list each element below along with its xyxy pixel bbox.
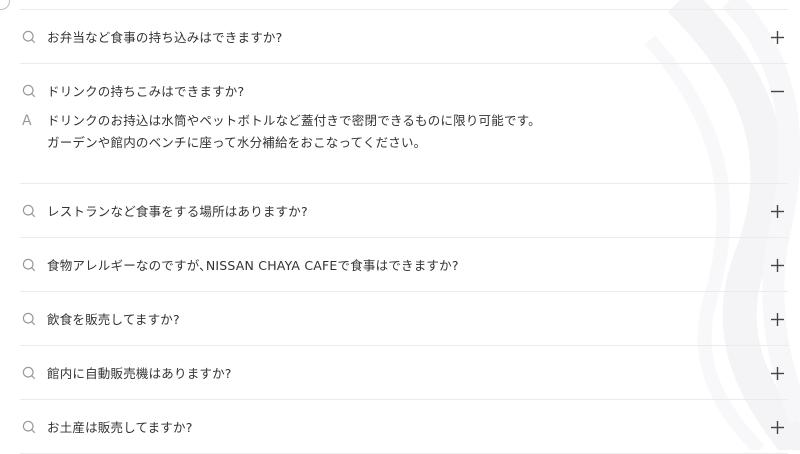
corner-circle-decoration	[0, 0, 10, 10]
faq-question-text: お土産は販売してますか?	[47, 420, 193, 435]
faq-item: お土産は販売してますか?	[20, 400, 788, 454]
plus-icon[interactable]	[771, 420, 784, 434]
faq-question-toggle[interactable]: 飲食を販売してますか?	[20, 292, 788, 345]
search-icon	[22, 420, 36, 433]
faq-question-toggle[interactable]: 食物アレルギーなのですが､NISSAN CHAYA CAFEで食事はできますか?	[20, 238, 788, 291]
faq-question-text: レストランなど食事をする場所はありますか?	[47, 204, 308, 219]
faq-list: お弁当など食事の持ち込みはできますか? ドリンクの持ちこみはできますか? A ドリンク…	[20, 9, 788, 454]
faq-question-text: 館内に自動販売機はありますか?	[47, 366, 232, 381]
faq-item: 館内に自動販売機はありますか?	[20, 346, 788, 400]
plus-icon[interactable]	[771, 204, 784, 218]
search-icon	[22, 30, 36, 43]
plus-icon[interactable]	[771, 366, 784, 380]
faq-item: ドリンクの持ちこみはできますか? A ドリンクのお持込は水筒やペットボトルなど蓋付き…	[20, 64, 788, 184]
faq-question-toggle[interactable]: お弁当など食事の持ち込みはできますか?	[20, 10, 788, 63]
search-icon	[22, 312, 36, 325]
plus-icon[interactable]	[771, 312, 784, 326]
faq-question-toggle[interactable]: レストランなど食事をする場所はありますか?	[20, 184, 788, 237]
faq-item: レストランなど食事をする場所はありますか?	[20, 184, 788, 238]
faq-question-toggle[interactable]: お土産は販売してますか?	[20, 400, 788, 453]
search-icon	[22, 84, 36, 97]
faq-question-text: ドリンクの持ちこみはできますか?	[47, 84, 245, 99]
faq-item: 食物アレルギーなのですが､NISSAN CHAYA CAFEで食事はできますか?	[20, 238, 788, 292]
plus-icon[interactable]	[771, 258, 784, 272]
search-icon	[22, 258, 36, 271]
faq-question-text: 食物アレルギーなのですが､NISSAN CHAYA CAFEで食事はできますか?	[47, 258, 459, 273]
faq-item: 飲食を販売してますか?	[20, 292, 788, 346]
faq-question-text: お弁当など食事の持ち込みはできますか?	[47, 30, 283, 45]
search-icon	[22, 366, 36, 379]
faq-answer-line: ガーデンや館内のベンチに座って水分補給をおこなってください。	[47, 135, 427, 150]
faq-answer: A ドリンクのお持込は水筒やペットボトルなど蓋付きで密閉できるものに限り可能です。…	[20, 110, 788, 183]
faq-question-toggle[interactable]: 館内に自動販売機はありますか?	[20, 346, 788, 399]
plus-icon[interactable]	[771, 30, 784, 44]
faq-item: お弁当など食事の持ち込みはできますか?	[20, 10, 788, 64]
faq-question-text: 飲食を販売してますか?	[47, 312, 180, 327]
minus-icon[interactable]	[771, 85, 784, 98]
faq-question-toggle[interactable]: ドリンクの持ちこみはできますか?	[20, 64, 788, 117]
search-icon	[22, 204, 36, 217]
